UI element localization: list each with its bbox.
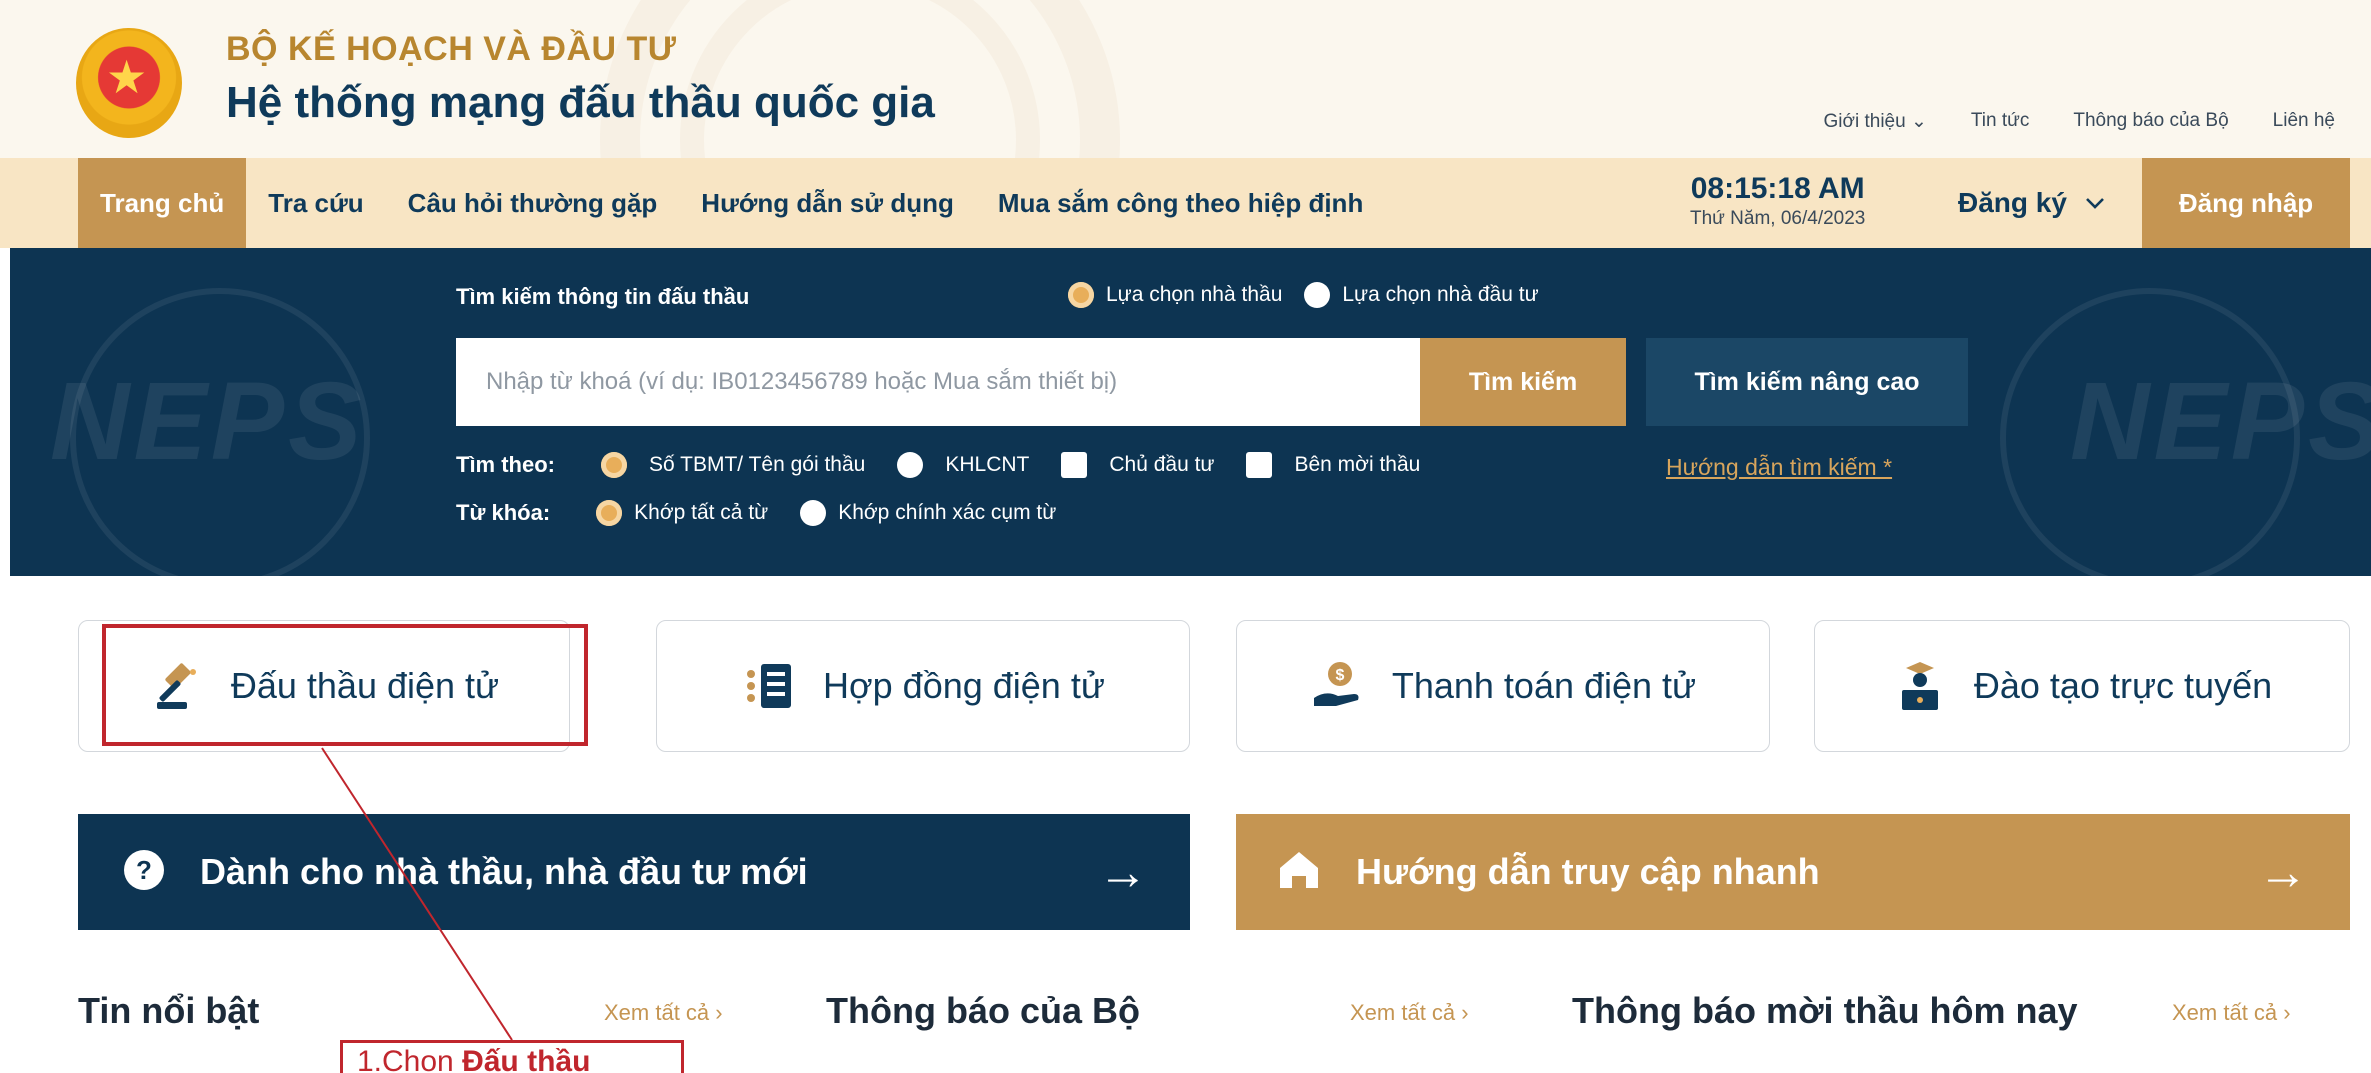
new-bidders-banner-text: Dành cho nhà thầu, nhà đầu tư mới (200, 851, 808, 892)
search-title: Tìm kiếm thông tin đấu thầu (456, 284, 750, 309)
quick-access-banner-text: Hướng dẫn truy cập nhanh (1356, 851, 1820, 892)
payment-hand-icon: $ (1310, 658, 1366, 714)
radio-khlcnt[interactable] (897, 452, 924, 478)
radio-contractor-selection-label: Lựa chọn nhà thầu (1106, 283, 1283, 306)
radio-match-all-words[interactable] (596, 500, 623, 526)
section-title-today-invitations: Thông báo mời thầu hôm nay (1572, 990, 2078, 1031)
section-title-highlights: Tin nổi bật (78, 990, 260, 1031)
search-panel: NEPS NEPS Tìm kiếm thông tin đấu thầu Lự… (10, 248, 2371, 576)
quick-access-banner[interactable]: Hướng dẫn truy cập nhanh → (1236, 814, 2350, 930)
section-title-ministry-notices: Thông báo của Bộ (826, 990, 1140, 1031)
service-card-label: Thanh toán điện tử (1391, 665, 1697, 706)
register-dropdown[interactable]: Đăng ký (1958, 158, 2105, 248)
service-card-e-contract[interactable]: Hợp đồng điện tử (656, 620, 1190, 752)
ministry-name: BỘ KẾ HOẠCH VÀ ĐẦU TƯ (226, 30, 677, 68)
arrow-right-icon: → (2258, 844, 2308, 900)
see-all-ministry-notices-link[interactable]: Xem tất cả › (1350, 1000, 1469, 1026)
annotation-callout: 1.Chọn Đấu thầu (340, 1040, 684, 1073)
search-by-label: Tìm theo: (456, 452, 555, 477)
chevron-down-icon (2086, 198, 2104, 209)
svg-text:?: ? (136, 855, 152, 885)
advanced-search-button[interactable]: Tìm kiếm nâng cao (1646, 338, 1968, 426)
system-name[interactable]: Hệ thống mạng đấu thầu quốc gia (226, 78, 935, 128)
main-nav: Trang chủ Tra cứu Câu hỏi thường gặp Hướ… (0, 158, 2371, 248)
arrow-right-icon: → (1098, 844, 1148, 900)
keyword-match-group: Từ khóa: Khớp tất cả từ Khớp chính xác c… (456, 500, 1056, 526)
training-podium-icon (1892, 658, 1948, 714)
search-mode-group: Lựa chọn nhà thầu Lựa chọn nhà đầu tư (1068, 282, 1539, 308)
svg-text:$: $ (1335, 667, 1344, 684)
clock-time: 08:15:18 AM (1690, 172, 1865, 205)
radio-khlcnt-label: KHLCNT (945, 453, 1030, 476)
login-button[interactable]: Đăng nhập (2142, 158, 2350, 248)
radio-contractor-selection[interactable] (1068, 282, 1094, 308)
top-link-ministry-notices[interactable]: Thông báo của Bộ (2073, 110, 2228, 133)
emblem-star-icon: ★ (106, 51, 148, 103)
radio-match-exact-phrase-label: Khớp chính xác cụm từ (838, 501, 1057, 524)
search-input[interactable] (456, 338, 1420, 426)
nav-item-agreement-procurement[interactable]: Mua sắm công theo hiệp định (976, 158, 1385, 248)
see-all-today-invitations-link[interactable]: Xem tất cả › (2172, 1000, 2291, 1026)
national-emblem-icon[interactable]: ★ (76, 28, 182, 138)
checkbox-investor[interactable] (1061, 452, 1088, 478)
nav-item-lookup[interactable]: Tra cứu (246, 158, 385, 248)
search-button[interactable]: Tìm kiếm (1420, 338, 1626, 426)
nav-item-user-guide[interactable]: Hướng dẫn sử dụng (679, 158, 976, 248)
radio-match-exact-phrase[interactable] (800, 500, 827, 526)
nav-item-home[interactable]: Trang chủ (78, 158, 247, 248)
see-all-highlights-link[interactable]: Xem tất cả › (604, 1000, 723, 1026)
clock-date: Thứ Năm, 06/4/2023 (1690, 208, 1866, 229)
checkbox-procuring-entity[interactable] (1246, 452, 1273, 478)
checkbox-procuring-entity-label: Bên mời thầu (1294, 453, 1421, 476)
site-header: ★ BỘ KẾ HOẠCH VÀ ĐẦU TƯ Hệ thống mạng đấ… (0, 0, 2371, 158)
top-link-about[interactable]: Giới thiệu ⌄ (1824, 110, 1927, 133)
question-circle-icon: ? (122, 848, 166, 897)
watermark-left: NEPS (50, 360, 366, 483)
service-card-e-payment[interactable]: $ Thanh toán điện tử (1236, 620, 1770, 752)
watermark-right: NEPS (2070, 360, 2371, 483)
top-link-news[interactable]: Tin tức (1971, 110, 2029, 133)
contract-list-icon (741, 658, 797, 714)
checkbox-investor-label: Chủ đầu tư (1109, 453, 1215, 476)
new-bidders-banner[interactable]: ? Dành cho nhà thầu, nhà đầu tư mới → (78, 814, 1190, 930)
radio-package-number[interactable] (601, 452, 627, 478)
top-links: Giới thiệu ⌄ Tin tức Thông báo của Bộ Li… (1824, 110, 2335, 133)
annotation-bold: Đấu thầu (462, 1045, 591, 1073)
radio-investor-selection[interactable] (1304, 282, 1331, 308)
nav-item-faq[interactable]: Câu hỏi thường gặp (386, 158, 680, 248)
top-link-contact[interactable]: Liên hệ (2273, 110, 2335, 133)
service-card-label: Hợp đồng điện tử (823, 665, 1105, 706)
radio-package-number-label: Số TBMT/ Tên gói thầu (649, 453, 866, 476)
radio-match-all-words-label: Khớp tất cả từ (634, 501, 769, 524)
clock: 08:15:18 AM Thứ Năm, 06/4/2023 (1690, 172, 1865, 230)
register-label: Đăng ký (1958, 187, 2067, 218)
home-icon (1276, 848, 1322, 897)
annotation-highlight-box (102, 624, 588, 746)
search-guide-link[interactable]: Hướng dẫn tìm kiếm * (1666, 454, 1892, 481)
keyword-label: Từ khóa: (456, 500, 551, 525)
search-by-group: Tìm theo: Số TBMT/ Tên gói thầu KHLCNT C… (456, 452, 1420, 478)
radio-investor-selection-label: Lựa chọn nhà đầu tư (1342, 283, 1539, 306)
annotation-prefix: 1.Chọn (357, 1045, 463, 1073)
service-card-online-training[interactable]: Đào tạo trực tuyến (1814, 620, 2350, 752)
service-card-label: Đào tạo trực tuyến (1973, 665, 2273, 706)
